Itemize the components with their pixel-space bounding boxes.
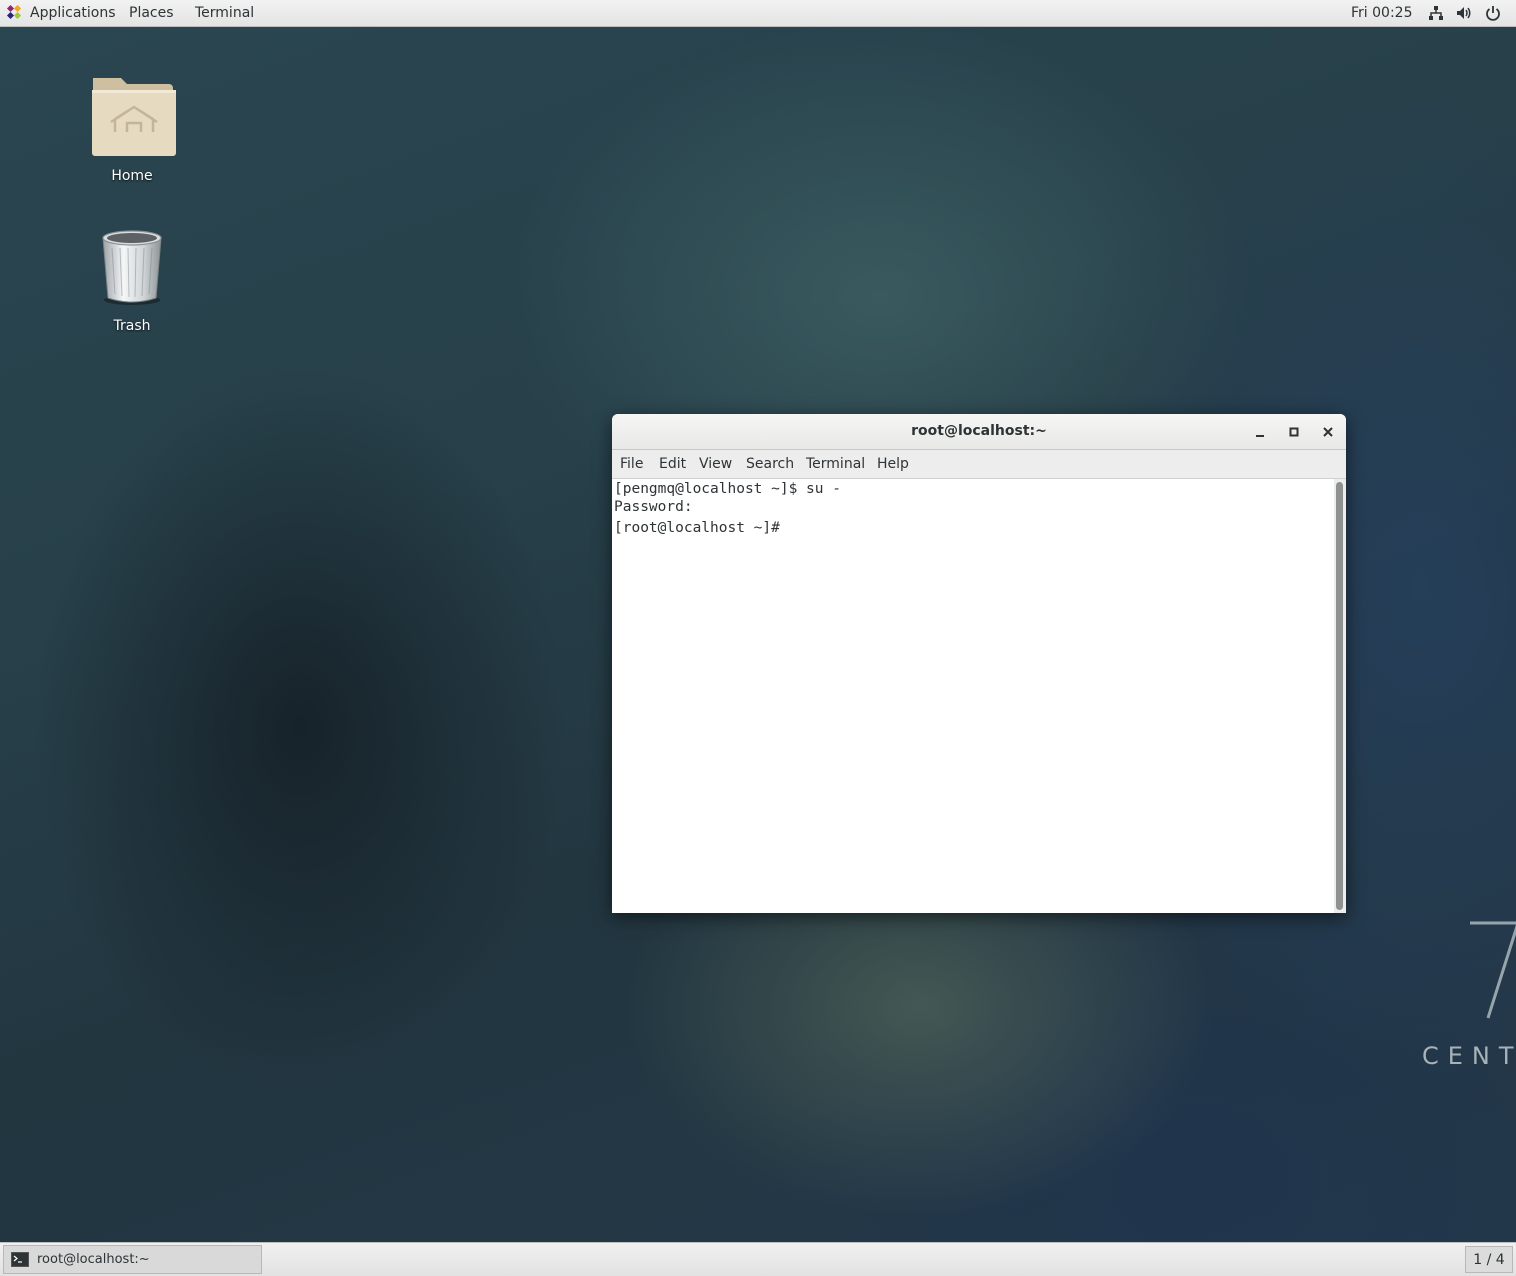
trash-icon [102,230,162,305]
workspace-indicator[interactable]: 1 / 4 [1465,1246,1513,1273]
volume-icon[interactable] [1456,5,1472,21]
app-logo-icon [6,4,22,20]
menu-search[interactable]: Search [746,450,794,478]
terminal-cursor [789,516,798,532]
terminal-window[interactable]: root@localhost:~ File Edit View Search T… [612,414,1346,913]
network-icon[interactable] [1428,5,1444,21]
terminal-scrollbar[interactable] [1334,479,1346,913]
applications-menu[interactable]: Applications [6,0,116,26]
power-icon[interactable] [1485,5,1501,21]
applications-label: Applications [30,5,116,21]
terminal-line: Password: [614,499,693,515]
terminal-prompt-line: [root@localhost ~]# [614,516,1334,536]
menu-terminal[interactable]: Terminal [806,450,865,478]
bottom-panel: root@localhost:~ 1 / 4 [0,1242,1516,1276]
minimize-icon[interactable] [1252,424,1268,440]
scrollbar-thumb[interactable] [1336,482,1343,910]
terminal-prompt: [root@localhost ~]# [614,520,789,536]
close-icon[interactable] [1320,424,1336,440]
terminal-line: [pengmq@localhost ~]$ su - [614,481,841,497]
menu-view[interactable]: View [699,450,732,478]
window-titlebar[interactable]: root@localhost:~ [612,414,1346,450]
centos-watermark-text: CENT [1422,1042,1516,1070]
terminal-app-menu[interactable]: Terminal [195,0,254,26]
window-title: root@localhost:~ [911,423,1047,439]
terminal-icon [11,1252,29,1267]
terminal-menubar: File Edit View Search Terminal Help [612,450,1346,479]
top-panel: Applications Places Terminal Fri 00:25 [0,0,1516,27]
centos-seven-logo [1470,921,1516,1019]
taskbar-window-button[interactable]: root@localhost:~ [3,1245,262,1274]
menu-help[interactable]: Help [877,450,909,478]
menu-edit[interactable]: Edit [659,450,686,478]
menu-file[interactable]: File [620,450,643,478]
taskbar-window-label: root@localhost:~ [37,1252,150,1267]
terminal-output[interactable]: [pengmq@localhost ~]$ su - Password: [ro… [612,479,1334,913]
trash-icon-label: Trash [113,318,151,334]
home-folder-icon [92,78,176,156]
home-icon-label: Home [111,168,153,184]
places-menu[interactable]: Places [129,0,174,26]
desktop-trash-icon[interactable]: Trash [77,228,187,334]
clock[interactable]: Fri 00:25 [1351,0,1412,26]
desktop-home-icon[interactable]: Home [77,72,187,184]
maximize-icon[interactable] [1286,424,1302,440]
